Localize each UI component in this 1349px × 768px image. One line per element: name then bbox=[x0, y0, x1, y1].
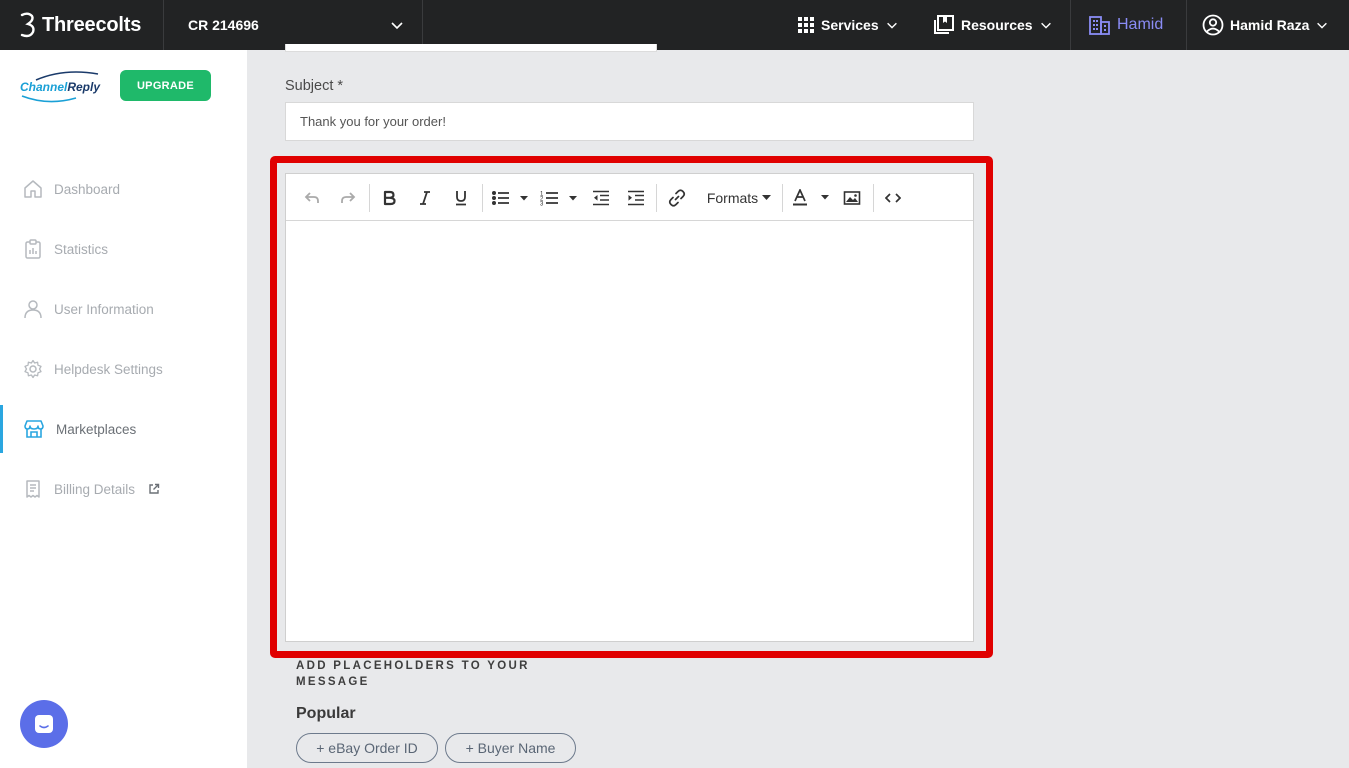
brand-name: Threecolts bbox=[42, 13, 142, 36]
store-icon bbox=[24, 420, 44, 438]
services-menu[interactable]: Services bbox=[797, 0, 899, 50]
divider bbox=[1070, 0, 1071, 50]
rich-text-editor: 123 Formats bbox=[285, 173, 974, 642]
numbered-list-icon: 123 bbox=[540, 192, 577, 207]
sidebar-item-label: User Information bbox=[54, 301, 154, 317]
grid-icon bbox=[798, 17, 814, 33]
building-icon bbox=[1089, 16, 1110, 35]
underline-icon bbox=[456, 191, 466, 206]
services-label: Services bbox=[821, 17, 879, 33]
sidebar-item-statistics[interactable]: Statistics bbox=[0, 225, 247, 273]
divider bbox=[422, 0, 423, 50]
previous-field[interactable] bbox=[285, 44, 657, 52]
numbered-list-button[interactable]: 123 bbox=[539, 185, 579, 211]
user-menu[interactable]: Hamid Raza bbox=[1202, 0, 1329, 50]
underline-button[interactable] bbox=[449, 185, 473, 211]
sidebar-item-dashboard[interactable]: Dashboard bbox=[0, 165, 247, 213]
sidebar-item-label: Helpdesk Settings bbox=[54, 361, 163, 377]
book-icon bbox=[934, 15, 954, 34]
sidebar-item-label: Statistics bbox=[54, 241, 109, 257]
editor-content-area[interactable] bbox=[286, 222, 973, 641]
placeholder-chip-buyer-name[interactable]: + Buyer Name bbox=[445, 733, 576, 763]
user-circle-icon bbox=[1202, 14, 1224, 36]
bullet-list-button[interactable] bbox=[490, 185, 530, 211]
placeholder-chip-ebay-order-id[interactable]: + eBay Order ID bbox=[296, 733, 438, 763]
gear-icon bbox=[24, 359, 42, 379]
image-icon bbox=[843, 191, 861, 205]
resources-menu[interactable]: Resources bbox=[933, 0, 1053, 50]
chevron-down-icon bbox=[886, 22, 897, 29]
sidebar-item-label: Dashboard bbox=[54, 181, 121, 197]
receipt-icon bbox=[26, 480, 40, 498]
logo-text: ChannelReply bbox=[20, 80, 100, 94]
toolbar-separator bbox=[369, 184, 370, 212]
outdent-icon bbox=[593, 190, 609, 206]
workspace-label: Hamid bbox=[1117, 16, 1164, 33]
threecolts-logo[interactable]: Threecolts bbox=[18, 0, 141, 50]
chevron-down-icon bbox=[1317, 22, 1328, 29]
toolbar-separator bbox=[656, 184, 657, 212]
logo-part-2: Reply bbox=[67, 80, 101, 94]
redo-icon bbox=[341, 192, 356, 203]
subject-label: Subject * bbox=[285, 78, 344, 94]
bold-button[interactable] bbox=[377, 185, 401, 211]
logo-swoosh-bottom-icon bbox=[21, 95, 77, 103]
chat-icon bbox=[35, 715, 53, 733]
logo-part-1: Channel bbox=[20, 80, 68, 94]
chat-widget-button[interactable] bbox=[20, 700, 68, 748]
redo-button[interactable] bbox=[336, 185, 360, 211]
account-selector[interactable]: CR 214696 bbox=[188, 0, 259, 50]
home-icon bbox=[24, 180, 42, 198]
source-code-button[interactable] bbox=[881, 185, 905, 211]
sidebar: ChannelReply UPGRADE Dashboard Statistic… bbox=[0, 50, 247, 768]
chevron-down-icon[interactable] bbox=[389, 17, 405, 33]
external-link-icon bbox=[149, 483, 160, 494]
caret-down-icon bbox=[762, 195, 772, 200]
chevron-down-icon bbox=[1040, 22, 1051, 29]
outdent-button[interactable] bbox=[589, 185, 613, 211]
svg-text:3: 3 bbox=[540, 202, 544, 207]
sidebar-item-helpdesk-settings[interactable]: Helpdesk Settings bbox=[0, 345, 247, 393]
user-icon bbox=[24, 300, 42, 319]
channelreply-logo[interactable]: ChannelReply bbox=[20, 70, 100, 106]
sidebar-item-label: Marketplaces bbox=[56, 421, 137, 437]
toolbar-separator bbox=[482, 184, 483, 212]
bullet-list-icon bbox=[492, 191, 528, 205]
link-icon bbox=[668, 189, 686, 207]
sidebar-item-user-information[interactable]: User Information bbox=[0, 285, 247, 333]
divider bbox=[163, 0, 164, 50]
text-color-button[interactable] bbox=[791, 185, 831, 211]
popular-heading: Popular bbox=[296, 705, 356, 722]
subject-input[interactable] bbox=[285, 102, 974, 141]
editor-toolbar: 123 Formats bbox=[286, 174, 973, 221]
code-icon bbox=[885, 193, 901, 203]
resources-label: Resources bbox=[961, 17, 1033, 33]
sidebar-item-marketplaces[interactable]: Marketplaces bbox=[0, 405, 247, 453]
toolbar-separator bbox=[782, 184, 783, 212]
undo-icon bbox=[304, 192, 319, 203]
formats-dropdown[interactable]: Formats bbox=[704, 185, 774, 211]
insert-image-button[interactable] bbox=[840, 185, 864, 211]
formats-label: Formats bbox=[706, 190, 759, 206]
threecolts-mark-icon bbox=[20, 12, 35, 38]
link-button[interactable] bbox=[665, 185, 689, 211]
indent-button[interactable] bbox=[624, 185, 648, 211]
upgrade-button[interactable]: UPGRADE bbox=[120, 70, 211, 101]
workspace-selector[interactable]: Hamid bbox=[1089, 0, 1163, 50]
top-bar: Threecolts CR 214696 Services Resources bbox=[0, 0, 1349, 50]
account-label: CR 214696 bbox=[188, 17, 259, 33]
text-color-icon bbox=[793, 189, 829, 206]
italic-icon bbox=[420, 191, 430, 205]
clipboard-chart-icon bbox=[25, 239, 41, 259]
user-label: Hamid Raza bbox=[1230, 17, 1310, 33]
toolbar-separator bbox=[873, 184, 874, 212]
indent-icon bbox=[628, 190, 644, 206]
undo-button[interactable] bbox=[300, 185, 324, 211]
italic-button[interactable] bbox=[413, 185, 437, 211]
sidebar-item-billing-details[interactable]: Billing Details bbox=[0, 465, 247, 513]
divider bbox=[1186, 0, 1187, 50]
bold-icon bbox=[383, 190, 396, 206]
sidebar-item-label: Billing Details bbox=[54, 481, 136, 497]
placeholders-title: ADD PLACEHOLDERS TO YOUR MESSAGE bbox=[296, 660, 530, 688]
